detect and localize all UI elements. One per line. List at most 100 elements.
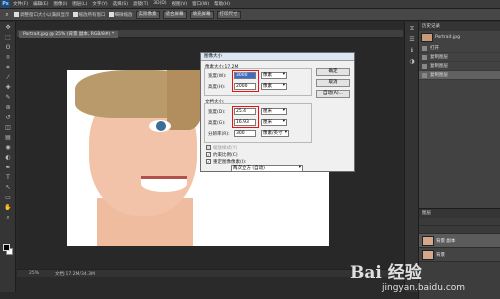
scale-styles-checkbox[interactable] xyxy=(206,145,211,150)
menu-view[interactable]: 视图(V) xyxy=(172,1,188,7)
width-unit-select[interactable]: 像素 xyxy=(261,72,287,79)
actual-pixels-button[interactable]: 实际像素 xyxy=(135,10,160,19)
scrubby-zoom-checkbox[interactable]: 细微缩放 xyxy=(108,12,133,18)
history-item[interactable]: 复制图层 xyxy=(419,62,500,71)
constrain-proportions-checkbox[interactable]: ✓ xyxy=(206,152,211,157)
menu-select[interactable]: 选择(S) xyxy=(113,1,128,7)
layer-row-selected[interactable]: 背景 副本 xyxy=(419,234,500,248)
menu-help[interactable]: 帮助(H) xyxy=(214,1,230,7)
width-label: 宽度(W): xyxy=(208,74,227,79)
eraser-icon[interactable]: ◫ xyxy=(2,124,14,132)
layers-options-row xyxy=(419,226,500,234)
fit-screen-button[interactable]: 适合屏幕 xyxy=(162,10,187,19)
crop-icon[interactable]: ⌗ xyxy=(2,64,14,72)
cancel-button[interactable]: 取消 xyxy=(316,79,350,87)
lasso-icon[interactable]: ʘ xyxy=(2,44,14,52)
history-item[interactable]: 打开 xyxy=(419,44,500,53)
layers-tab[interactable]: 图层 xyxy=(419,209,500,218)
print-size-button[interactable]: 打印尺寸 xyxy=(216,10,241,19)
resolution-input[interactable]: 300 xyxy=(234,130,256,137)
history-snapshot[interactable]: Portrait.jpg xyxy=(419,31,500,44)
menu-image[interactable]: 图像(I) xyxy=(53,1,67,7)
photo-hair-fringe xyxy=(167,70,203,130)
options-bar: ⌕ 调整窗口大小以满屏显示 缩放所有窗口 细微缩放 实际像素 适合屏幕 填充屏幕… xyxy=(0,9,500,21)
history-step-icon xyxy=(422,72,427,78)
document-info[interactable]: 文档:17.2M/34.3M xyxy=(55,271,95,277)
properties-icon[interactable]: ☰ xyxy=(407,36,417,44)
pen-icon[interactable]: ✒ xyxy=(2,164,14,172)
history-brush-icon[interactable]: ↺ xyxy=(2,114,14,122)
history-thumbnail xyxy=(421,33,433,42)
document-tab-bar: Portrait.jpg @ 25% (背景 副本, RGB/8#) * xyxy=(17,30,403,38)
path-select-icon[interactable]: ↖ xyxy=(2,184,14,192)
menu-filter[interactable]: 滤镜(T) xyxy=(133,1,148,7)
resolution-unit-select[interactable]: 像素/英寸 xyxy=(261,130,289,137)
zoom-level[interactable]: 25% xyxy=(29,271,39,276)
layer-name: 背景 xyxy=(436,252,445,258)
watermark-brand: Bai 经验 xyxy=(350,263,422,283)
history-step-icon xyxy=(422,63,427,69)
scale-styles-label: 缩放样式(Y) xyxy=(213,146,238,151)
image-size-dialog: 图像大小 像素大小:17.2M 宽度(W): 3000 像素 高度(H): 20… xyxy=(200,52,355,172)
resolution-label: 分辨率(R): xyxy=(208,132,230,137)
layer-name: 背景 副本 xyxy=(436,238,456,244)
resample-method-select[interactable]: 两次立方 (自动) xyxy=(231,165,303,172)
menu-items: 文件(F) 编辑(E) 图像(I) 图层(L) 文字(Y) 选择(S) 滤镜(T… xyxy=(13,1,230,7)
tools-panel: ✥ ⬚ ʘ ⌾ ⌗ ⁄ ✚ ✎ ⊛ ↺ ◫ ▤ ◉ ◐ ✒ T ↖ ▭ ✋ ⌕ xyxy=(0,22,16,292)
info-icon[interactable]: ℹ xyxy=(407,47,417,55)
zoom-icon[interactable]: ⌕ xyxy=(2,214,14,222)
adjust-icon[interactable]: ◑ xyxy=(407,58,417,66)
marquee-icon[interactable]: ⬚ xyxy=(2,34,14,42)
history-panel-icon[interactable]: ⧖ xyxy=(407,25,417,33)
type-icon[interactable]: T xyxy=(2,174,14,182)
doc-height-unit-select[interactable]: 厘米 xyxy=(261,119,287,126)
hand-icon[interactable]: ✋ xyxy=(2,204,14,212)
zoom-icon[interactable]: ⌕ xyxy=(3,11,11,19)
document-tab[interactable]: Portrait.jpg @ 25% (背景 副本, RGB/8#) * xyxy=(19,31,119,38)
layers-toolbar-row xyxy=(419,218,500,226)
status-bar: 25% 文档:17.2M/34.3M xyxy=(17,269,403,277)
photo-iris xyxy=(156,121,166,131)
auto-button[interactable]: 自动(A)... xyxy=(316,90,350,98)
menu-file[interactable]: 文件(F) xyxy=(13,1,28,7)
move-icon[interactable]: ✥ xyxy=(2,24,14,32)
history-item[interactable]: 复制图层 xyxy=(419,53,500,62)
menu-type[interactable]: 文字(Y) xyxy=(92,1,107,7)
history-item-label: 复制图层 xyxy=(430,73,448,78)
resample-checkbox[interactable]: ✓ xyxy=(206,159,211,164)
history-snapshot-label: Portrait.jpg xyxy=(435,35,460,40)
layer-row[interactable]: 背景 xyxy=(419,248,500,262)
height-label: 高度(H): xyxy=(208,85,226,90)
doc-width-unit-select[interactable]: 厘米 xyxy=(261,108,287,115)
quick-select-icon[interactable]: ⌾ xyxy=(2,54,14,62)
heal-icon[interactable]: ✚ xyxy=(2,84,14,92)
history-item-selected[interactable]: 复制图层 xyxy=(419,71,500,80)
zoom-all-windows-checkbox[interactable]: 缩放所有窗口 xyxy=(72,12,106,18)
menu-bar: Ps 文件(F) 编辑(E) 图像(I) 图层(L) 文字(Y) 选择(S) 滤… xyxy=(0,0,500,9)
brush-icon[interactable]: ✎ xyxy=(2,94,14,102)
blur-icon[interactable]: ◉ xyxy=(2,144,14,152)
resize-windows-checkbox[interactable]: 调整窗口大小以满屏显示 xyxy=(14,12,70,18)
right-panels: 历史记录 Portrait.jpg 打开 复制图层 复制图层 复制图层 图层 背… xyxy=(418,22,500,299)
dodge-icon[interactable]: ◐ xyxy=(2,154,14,162)
history-tab[interactable]: 历史记录 xyxy=(419,22,500,31)
fill-screen-button[interactable]: 填充屏幕 xyxy=(189,10,214,19)
ok-button[interactable]: 确定 xyxy=(316,68,350,76)
menu-layer[interactable]: 图层(L) xyxy=(72,1,87,7)
height-unit-select[interactable]: 像素 xyxy=(261,83,287,90)
highlight-pixel-values xyxy=(232,70,259,92)
foreground-color-swatch[interactable] xyxy=(3,244,10,251)
menu-3d[interactable]: 3D(D) xyxy=(153,1,166,7)
gradient-icon[interactable]: ▤ xyxy=(2,134,14,142)
shape-icon[interactable]: ▭ xyxy=(2,194,14,202)
history-item-label: 复制图层 xyxy=(430,64,448,69)
zoom-all-windows-label: 缩放所有窗口 xyxy=(78,12,106,18)
scrubby-zoom-label: 细微缩放 xyxy=(114,12,133,18)
eyedropper-icon[interactable]: ⁄ xyxy=(2,74,14,82)
stamp-icon[interactable]: ⊛ xyxy=(2,104,14,112)
resize-windows-label: 调整窗口大小以满屏显示 xyxy=(20,12,70,18)
menu-edit[interactable]: 编辑(E) xyxy=(33,1,48,7)
panel-dock: ⧖ ☰ ℹ ◑ xyxy=(404,22,418,292)
menu-window[interactable]: 窗口(W) xyxy=(192,1,209,7)
constrain-proportions-label: 约束比例(C) xyxy=(213,153,238,158)
